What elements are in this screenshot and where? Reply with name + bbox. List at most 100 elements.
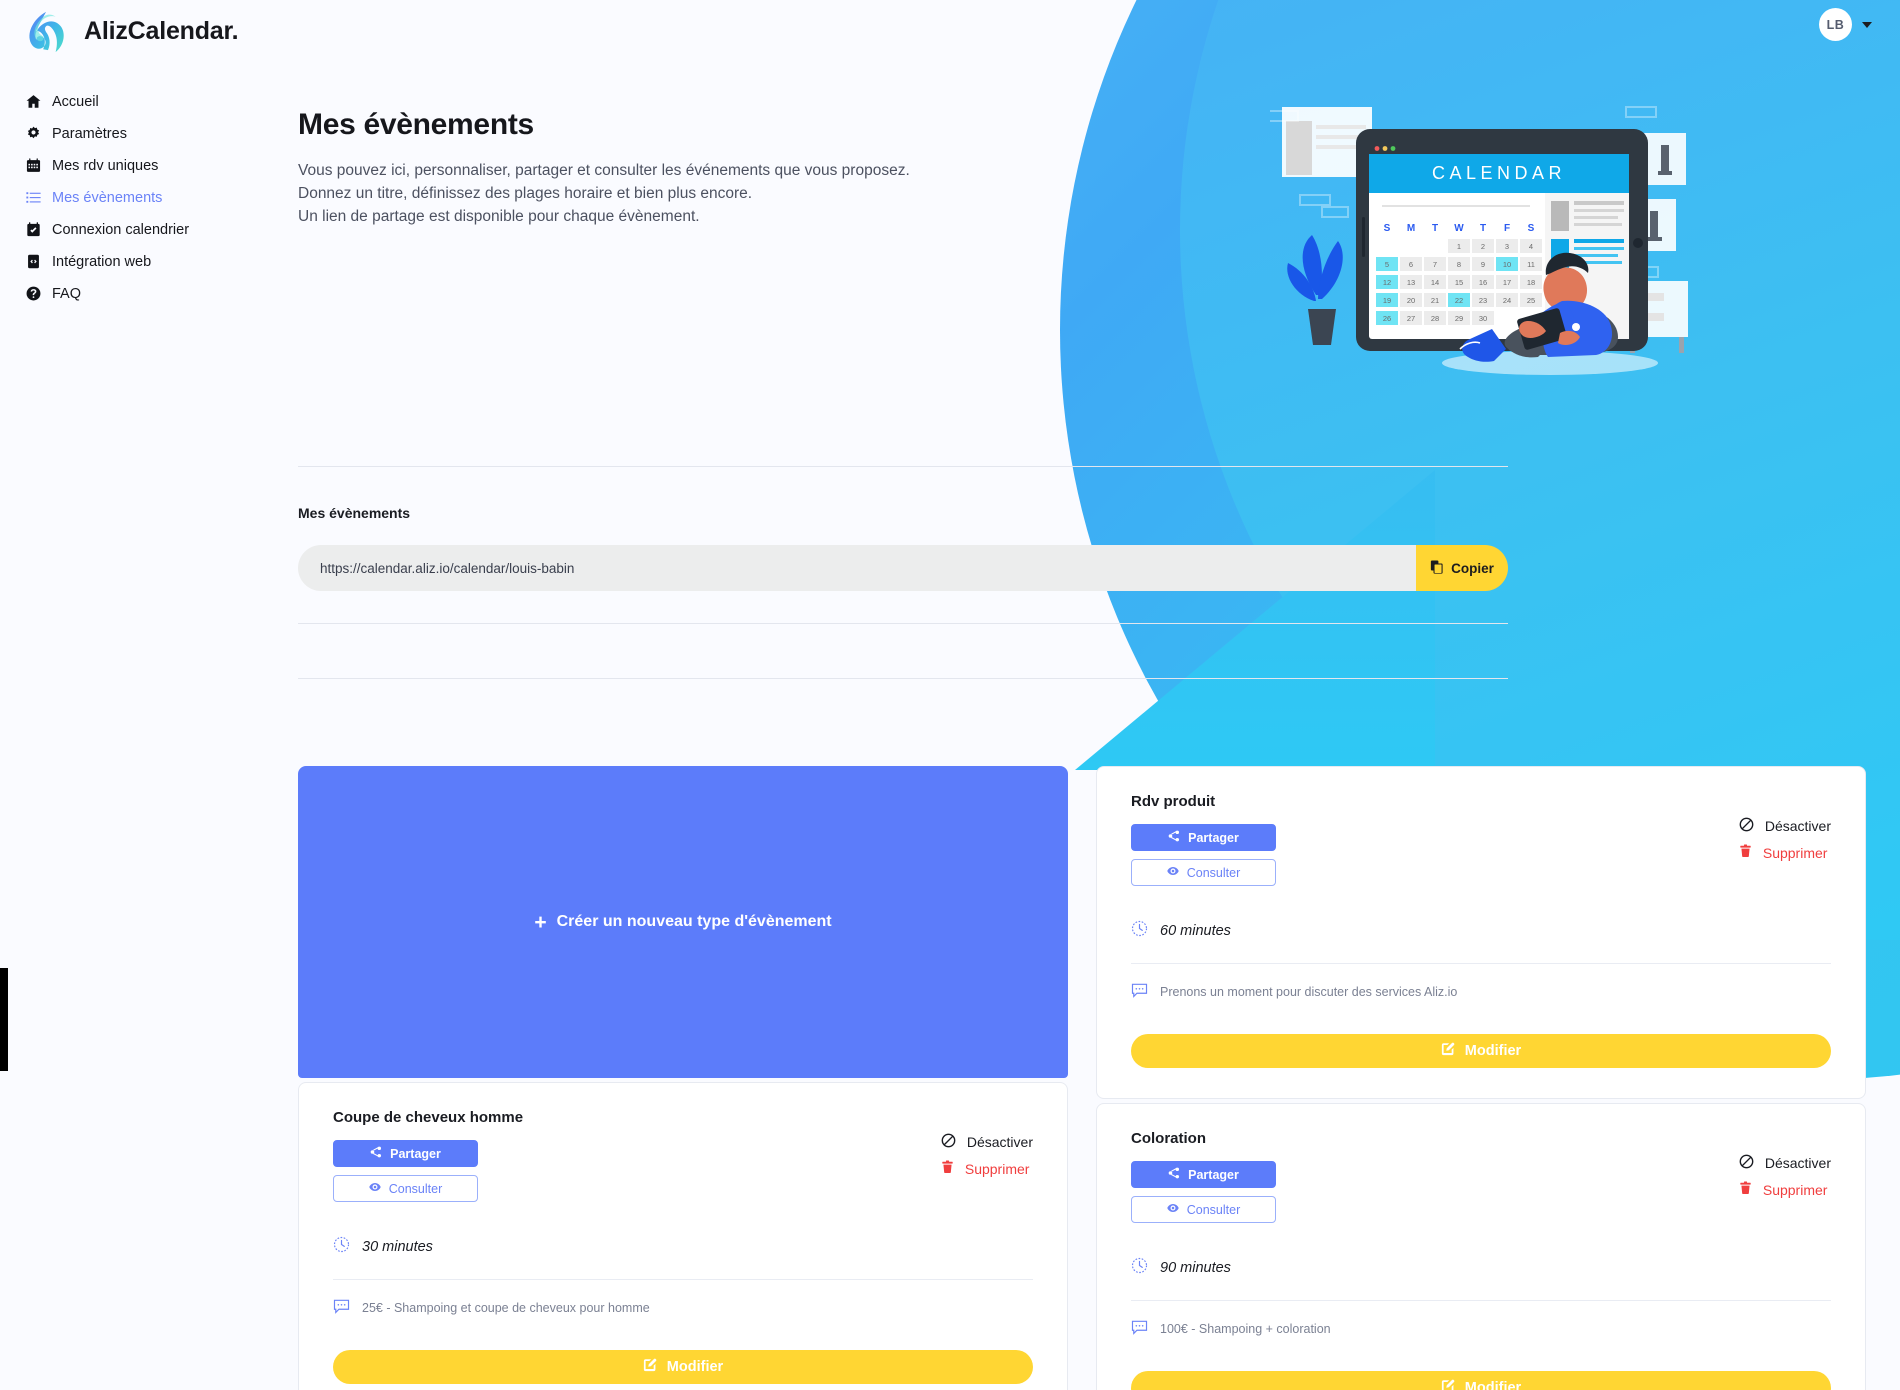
gear-icon xyxy=(26,126,41,141)
share-link-label: Mes évènements xyxy=(298,505,411,521)
deactivate-label: Désactiver xyxy=(966,1134,1033,1150)
event-duration: 90 minutes xyxy=(1160,1259,1231,1276)
brand[interactable]: AlizCalendar. xyxy=(24,0,239,62)
copy-button[interactable]: Copier xyxy=(1416,545,1508,591)
deactivate-action[interactable]: Désactiver xyxy=(1739,1154,1831,1172)
event-actions-secondary: Désactiver Supprimer xyxy=(1739,1154,1831,1198)
sidebar-item-parametres[interactable]: Paramètres xyxy=(0,118,240,149)
eye-icon xyxy=(1167,1202,1179,1217)
share-link-row: Copier xyxy=(298,545,1508,591)
event-card: Rdv produit Partager Consulter Désactive… xyxy=(1096,766,1866,1099)
event-card-body: Coloration Partager Consulter Désactiver… xyxy=(1097,1104,1865,1390)
svg-text:6: 6 xyxy=(1409,260,1413,269)
page-title: Mes évènements xyxy=(298,108,534,141)
svg-text:10: 10 xyxy=(1503,260,1511,269)
sidebar-item-accueil[interactable]: Accueil xyxy=(0,86,240,117)
event-title: Rdv produit xyxy=(1131,793,1216,810)
svg-text:3: 3 xyxy=(1505,242,1509,251)
svg-text:12: 12 xyxy=(1383,278,1391,287)
sidebar-item-label: Intégration web xyxy=(52,253,152,270)
share-link-input[interactable] xyxy=(298,545,1416,591)
event-card-column: Rdv produit Partager Consulter Désactive… xyxy=(1096,766,1866,1390)
svg-text:15: 15 xyxy=(1455,278,1463,287)
event-actions-primary: Partager Consulter xyxy=(333,1140,478,1202)
sidebar-item-faq[interactable]: FAQ xyxy=(0,278,240,309)
event-description-row: Prenons un moment pour discuter des serv… xyxy=(1131,964,1831,1002)
brand-name: AlizCalendar. xyxy=(84,16,239,45)
svg-text:8: 8 xyxy=(1457,260,1461,269)
plus-icon: + xyxy=(534,910,547,934)
view-button[interactable]: Consulter xyxy=(1131,859,1276,886)
view-button-label: Consulter xyxy=(1186,1202,1241,1217)
event-actions-primary: Partager Consulter xyxy=(1131,824,1276,886)
svg-text:T: T xyxy=(1432,223,1438,234)
event-title: Coloration xyxy=(1131,1130,1206,1147)
sidebar: Accueil Paramètres Mes rdv uniques Mes é… xyxy=(0,86,240,309)
delete-action[interactable]: Supprimer xyxy=(1739,844,1828,861)
event-card: Coloration Partager Consulter Désactiver… xyxy=(1096,1103,1866,1390)
svg-text:18: 18 xyxy=(1527,278,1535,287)
svg-text:4: 4 xyxy=(1529,242,1533,251)
delete-label: Supprimer xyxy=(1762,844,1828,861)
ban-icon xyxy=(1739,817,1754,835)
eye-icon xyxy=(369,1181,381,1196)
account-menu[interactable]: LB xyxy=(1819,8,1872,41)
share-button[interactable]: Partager xyxy=(333,1140,478,1167)
comment-dots-icon xyxy=(333,1298,350,1318)
delete-action[interactable]: Supprimer xyxy=(1739,1181,1828,1198)
avatar[interactable]: LB xyxy=(1819,8,1852,41)
view-button[interactable]: Consulter xyxy=(333,1175,478,1202)
delete-label: Supprimer xyxy=(1762,1181,1828,1198)
aliz-logo-icon xyxy=(29,11,64,53)
deactivate-label: Désactiver xyxy=(1764,818,1831,834)
svg-text:9: 9 xyxy=(1481,260,1485,269)
event-description-row: 25€ - Shampoing et coupe de cheveux pour… xyxy=(333,1280,1033,1318)
eye-icon xyxy=(1167,865,1179,880)
delete-action[interactable]: Supprimer xyxy=(941,1160,1029,1177)
event-duration: 30 minutes xyxy=(362,1238,433,1255)
modify-button[interactable]: Modifier xyxy=(1131,1371,1831,1390)
ban-icon xyxy=(941,1133,956,1151)
svg-text:19: 19 xyxy=(1383,296,1391,305)
event-duration-row: 30 minutes xyxy=(333,1236,1033,1279)
clock-icon xyxy=(1131,920,1148,941)
ban-icon xyxy=(1739,1154,1754,1172)
code-window-icon xyxy=(26,254,41,269)
modify-button-label: Modifier xyxy=(666,1359,724,1375)
share-button[interactable]: Partager xyxy=(1131,1161,1276,1188)
svg-text:28: 28 xyxy=(1431,314,1439,323)
divider xyxy=(298,466,1508,467)
svg-text:29: 29 xyxy=(1455,314,1463,323)
modify-button[interactable]: Modifier xyxy=(333,1350,1033,1384)
pencil-square-icon xyxy=(643,1358,657,1376)
sidebar-item-mes-evenements[interactable]: Mes évènements xyxy=(0,182,240,213)
divider xyxy=(298,678,1508,679)
svg-text:20: 20 xyxy=(1407,296,1415,305)
page-description-line: Vous pouvez ici, personnaliser, partager… xyxy=(298,162,910,179)
deactivate-action[interactable]: Désactiver xyxy=(941,1133,1033,1151)
trash-icon xyxy=(1739,1181,1752,1198)
pencil-square-icon xyxy=(1441,1379,1455,1390)
modify-button[interactable]: Modifier xyxy=(1131,1034,1831,1068)
event-card: Coupe de cheveux homme Partager Consulte… xyxy=(298,1082,1068,1390)
sidebar-item-mes-rdv-uniques[interactable]: Mes rdv uniques xyxy=(0,150,240,181)
svg-text:W: W xyxy=(1454,223,1464,234)
svg-text:F: F xyxy=(1504,223,1510,234)
svg-text:S: S xyxy=(1384,223,1391,234)
sidebar-item-connexion-calendrier[interactable]: Connexion calendrier xyxy=(0,214,240,245)
trash-icon xyxy=(941,1160,954,1177)
event-card-grid: + Créer un nouveau type d'évènement Coup… xyxy=(298,766,1868,1390)
pencil-square-icon xyxy=(1441,1042,1455,1060)
deactivate-action[interactable]: Désactiver xyxy=(1739,817,1831,835)
svg-text:1: 1 xyxy=(1457,242,1461,251)
svg-text:17: 17 xyxy=(1503,278,1511,287)
view-button[interactable]: Consulter xyxy=(1131,1196,1276,1223)
sidebar-item-integration-web[interactable]: Intégration web xyxy=(0,246,240,277)
svg-text:S: S xyxy=(1528,223,1535,234)
share-button-label: Partager xyxy=(1188,830,1239,845)
share-button[interactable]: Partager xyxy=(1131,824,1276,851)
copy-icon xyxy=(1430,560,1444,577)
create-event-button[interactable]: + Créer un nouveau type d'évènement xyxy=(298,766,1068,1078)
chevron-down-icon[interactable] xyxy=(1862,21,1872,28)
page-description: Vous pouvez ici, personnaliser, partager… xyxy=(298,160,1058,228)
